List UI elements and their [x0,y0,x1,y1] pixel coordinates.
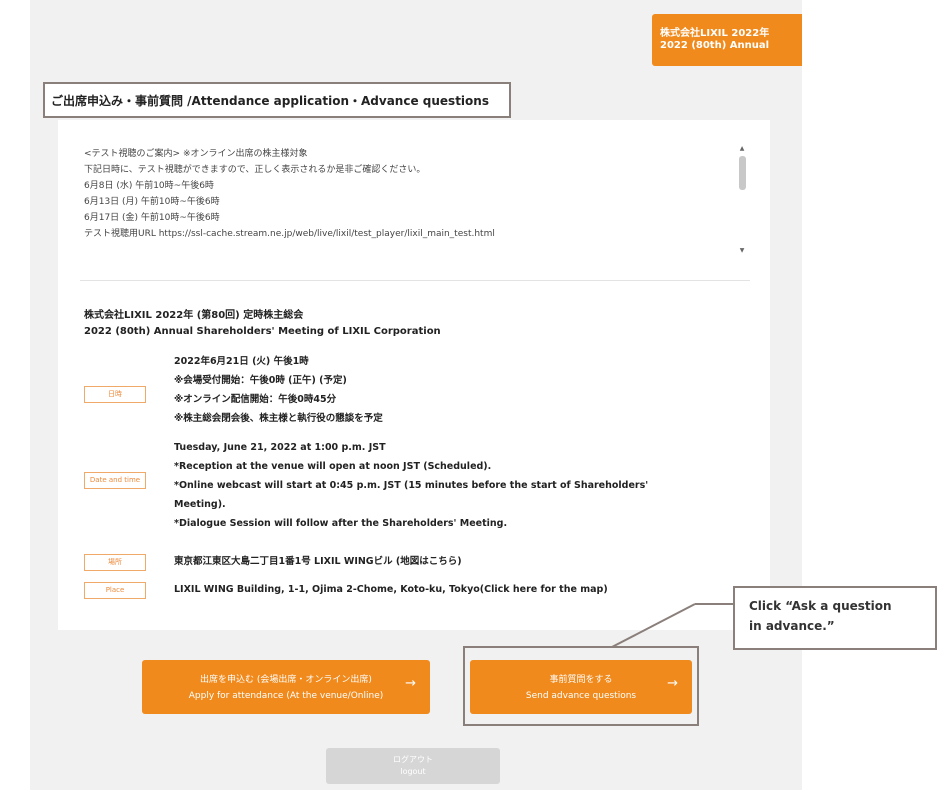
date-line: ※オンライン配信開始：午後0時45分 [174,394,337,405]
scroll-thumb[interactable] [739,156,746,190]
company-header-tag: 株式会社LIXIL 2022年 2022 (80th) Annual [652,14,802,66]
meeting-title-ja: 株式会社LIXIL 2022年 (第80回) 定時株主総会 [84,310,304,321]
date-line: ※株主総会閉会後、株主様と執行役の懇談を予定 [174,413,383,424]
scroll-down-arrow-icon[interactable]: ▼ [736,246,748,256]
notice-scrollbar[interactable]: ▲ ▼ [736,144,748,256]
callout-pointer-line [611,603,733,648]
date-label-en: Date and time [84,472,146,489]
callout-line: in advance.” [749,619,835,633]
apply-button-label-ja: 出席を申込む (会場出席・オンライン出席) [200,675,372,685]
date-line: Meeting). [174,499,226,510]
notice-line: 下記日時に、テスト視聴ができますので、正しく表示されるか是非ご確認ください。 [84,165,426,175]
callout-highlight-frame [463,646,699,726]
date-line: Tuesday, June 21, 2022 at 1:00 p.m. JST [174,442,386,453]
place-label-en: Place [84,582,146,599]
place-ja-link[interactable]: 東京都江東区大島二丁目1番1号 LIXIL WINGビル (地図はこちら) [174,552,462,571]
logout-label-en: logout [400,767,426,776]
notice-line: <テスト視聴のご案内> ※オンライン出席の株主様対象 [84,149,308,159]
date-line: *Reception at the venue will open at noo… [174,461,492,472]
date-details-ja: 2022年6月21日 (火) 午後1時 ※会場受付開始：午後0時 (正午) (予… [174,352,383,428]
instruction-callout: Click “Ask a question in advance.” [733,586,937,650]
notice-line: 6月13日 (月) 午前10時~午後6時 [84,197,220,207]
section-title: ご出席申込み・事前質問 /Attendance application・Adva… [43,82,511,118]
company-title-ja: 株式会社LIXIL 2022年 [660,28,770,39]
test-viewing-notice[interactable]: <テスト視聴のご案内> ※オンライン出席の株主様対象 下記日時に、テスト視聴がで… [84,146,744,256]
date-line: ※会場受付開始：午後0時 (正午) (予定) [174,375,347,386]
notice-url-line[interactable]: テスト視聴用URL https://ssl-cache.stream.ne.jp… [84,226,744,242]
divider [80,280,750,281]
scroll-up-arrow-icon[interactable]: ▲ [736,144,748,154]
place-label-ja: 場所 [84,554,146,571]
date-label-ja: 日時 [84,386,146,403]
apply-attendance-button[interactable]: 出席を申込む (会場出席・オンライン出席) Apply for attendan… [142,660,430,714]
date-line: 2022年6月21日 (火) 午後1時 [174,356,309,367]
notice-line: 6月8日 (水) 午前10時~午後6時 [84,181,214,191]
date-line: *Online webcast will start at 0:45 p.m. … [174,480,649,491]
meeting-title-en: 2022 (80th) Annual Shareholders' Meeting… [84,326,441,337]
logout-button[interactable]: ログアウト logout [326,748,500,784]
company-title-en: 2022 (80th) Annual [660,40,770,51]
callout-line: Click “Ask a question [749,599,892,613]
arrow-right-icon: → [405,676,416,691]
notice-line: 6月17日 (金) 午前10時~午後6時 [84,213,220,223]
date-details-en: Tuesday, June 21, 2022 at 1:00 p.m. JST … [174,438,648,533]
logout-label-ja: ログアウト [393,755,433,764]
place-en-link[interactable]: LIXIL WING Building, 1-1, Ojima 2-Chome,… [174,580,608,599]
date-line: *Dialogue Session will follow after the … [174,518,508,529]
content-panel: <テスト視聴のご案内> ※オンライン出席の株主様対象 下記日時に、テスト視聴がで… [58,120,770,630]
apply-button-label-en: Apply for attendance (At the venue/Onlin… [188,691,384,701]
